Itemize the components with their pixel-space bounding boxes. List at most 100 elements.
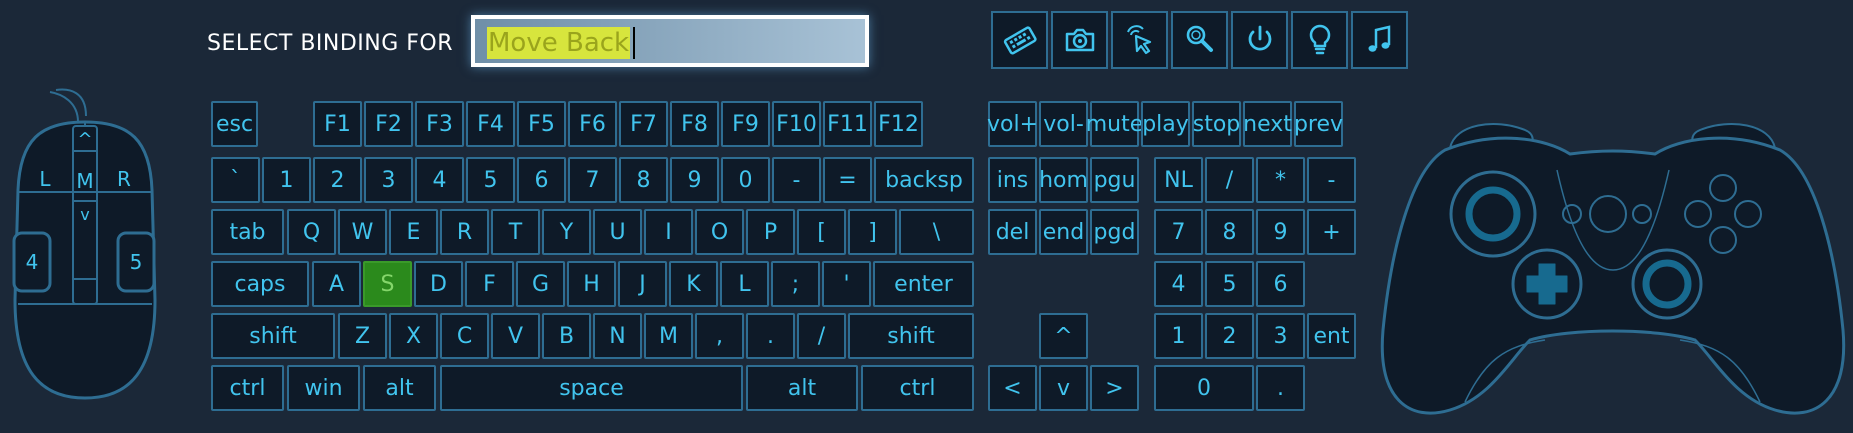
key-left-alt[interactable]: alt [363, 365, 436, 411]
key-3[interactable]: 3 [364, 157, 413, 203]
key-num-1[interactable]: 1 [1154, 313, 1203, 359]
key-num-3[interactable]: 3 [1256, 313, 1305, 359]
magnifier-icon-button[interactable] [1171, 11, 1228, 69]
key-x[interactable]: X [389, 313, 438, 359]
key-home[interactable]: hom [1039, 157, 1088, 203]
key-num-2[interactable]: 2 [1205, 313, 1254, 359]
key-num-divide[interactable]: / [1205, 157, 1254, 203]
key-a[interactable]: A [312, 261, 361, 307]
key-s-selected[interactable]: S [363, 261, 412, 307]
key-left-ctrl[interactable]: ctrl [211, 365, 284, 411]
key-f2[interactable]: F2 [364, 101, 413, 147]
key-enter[interactable]: enter [873, 261, 974, 307]
key-0[interactable]: 0 [721, 157, 770, 203]
key-num-minus[interactable]: - [1307, 157, 1356, 203]
key-num-6[interactable]: 6 [1256, 261, 1305, 307]
key-arrow-up[interactable]: ^ [1039, 313, 1088, 359]
key-period[interactable]: . [746, 313, 795, 359]
gamepad-left-stick[interactable] [1449, 170, 1537, 258]
key-w[interactable]: W [338, 209, 387, 255]
key-f8[interactable]: F8 [670, 101, 719, 147]
key-backspace[interactable]: backsp [874, 157, 974, 203]
key-num-enter[interactable]: ent [1307, 313, 1356, 359]
key-right-bracket[interactable]: ] [848, 209, 897, 255]
key-f6[interactable]: F6 [568, 101, 617, 147]
cursor-click-icon-button[interactable] [1111, 11, 1168, 69]
mouse-scroll-down[interactable]: v [80, 205, 89, 224]
key-right-shift[interactable]: shift [848, 313, 974, 359]
key-f11[interactable]: F11 [823, 101, 872, 147]
key-left-bracket[interactable]: [ [797, 209, 846, 255]
key-1[interactable]: 1 [262, 157, 311, 203]
key-num-4[interactable]: 4 [1154, 261, 1203, 307]
key-p[interactable]: P [746, 209, 795, 255]
key-e[interactable]: E [389, 209, 438, 255]
key-f3[interactable]: F3 [415, 101, 464, 147]
key-page-up[interactable]: pgu [1090, 157, 1139, 203]
key-9[interactable]: 9 [670, 157, 719, 203]
mouse-left-button[interactable]: L [39, 167, 51, 191]
key-f9[interactable]: F9 [721, 101, 770, 147]
key-f10[interactable]: F10 [772, 101, 821, 147]
key-num-decimal[interactable]: . [1256, 365, 1305, 411]
key-8[interactable]: 8 [619, 157, 668, 203]
key-end[interactable]: end [1039, 209, 1088, 255]
key-left-shift[interactable]: shift [211, 313, 335, 359]
key-equals[interactable]: = [823, 157, 872, 203]
key-num-multiply[interactable]: * [1256, 157, 1305, 203]
key-arrow-down[interactable]: v [1039, 365, 1088, 411]
key-f1[interactable]: F1 [313, 101, 362, 147]
camera-icon-button[interactable] [1051, 11, 1108, 69]
key-i[interactable]: I [644, 209, 693, 255]
binding-name-field[interactable]: Move Back [471, 15, 869, 67]
key-f[interactable]: F [465, 261, 514, 307]
key-semicolon[interactable]: ; [771, 261, 820, 307]
mouse-right-button[interactable]: R [117, 167, 131, 191]
key-l[interactable]: L [720, 261, 769, 307]
key-arrow-right[interactable]: > [1090, 365, 1139, 411]
key-play[interactable]: play [1141, 101, 1190, 147]
key-caps[interactable]: caps [211, 261, 309, 307]
key-num-5[interactable]: 5 [1205, 261, 1254, 307]
key-num-7[interactable]: 7 [1154, 209, 1203, 255]
key-right-ctrl[interactable]: ctrl [861, 365, 974, 411]
key-tab[interactable]: tab [211, 209, 284, 255]
mouse-scroll-up[interactable]: ^ [77, 129, 92, 150]
key-f4[interactable]: F4 [466, 101, 515, 147]
power-icon-button[interactable] [1231, 11, 1288, 69]
key-right-alt[interactable]: alt [746, 365, 858, 411]
key-minus[interactable]: - [772, 157, 821, 203]
keyboard-icon-button[interactable] [991, 11, 1048, 69]
key-7[interactable]: 7 [568, 157, 617, 203]
key-r[interactable]: R [440, 209, 489, 255]
key-backtick[interactable]: ` [211, 157, 260, 203]
key-prev[interactable]: prev [1294, 101, 1343, 147]
key-j[interactable]: J [618, 261, 667, 307]
key-win[interactable]: win [287, 365, 360, 411]
key-z[interactable]: Z [338, 313, 387, 359]
key-k[interactable]: K [669, 261, 718, 307]
key-space[interactable]: space [440, 365, 743, 411]
key-delete[interactable]: del [988, 209, 1037, 255]
key-y[interactable]: Y [542, 209, 591, 255]
key-backslash[interactable]: \ [899, 209, 974, 255]
key-g[interactable]: G [516, 261, 565, 307]
key-esc[interactable]: esc [211, 101, 258, 147]
key-stop[interactable]: stop [1192, 101, 1241, 147]
key-quote[interactable]: ' [822, 261, 871, 307]
key-mute[interactable]: mute [1086, 101, 1143, 147]
key-next[interactable]: next [1243, 101, 1292, 147]
music-note-icon-button[interactable] [1351, 11, 1408, 69]
key-vol-down[interactable]: vol- [1039, 101, 1088, 147]
key-u[interactable]: U [593, 209, 642, 255]
key-num-9[interactable]: 9 [1256, 209, 1305, 255]
key-num-plus[interactable]: + [1307, 209, 1356, 255]
key-vol-up[interactable]: vol+ [987, 101, 1038, 147]
key-4[interactable]: 4 [415, 157, 464, 203]
key-f7[interactable]: F7 [619, 101, 668, 147]
key-b[interactable]: B [542, 313, 591, 359]
key-o[interactable]: O [695, 209, 744, 255]
key-insert[interactable]: ins [988, 157, 1037, 203]
key-2[interactable]: 2 [313, 157, 362, 203]
key-h[interactable]: H [567, 261, 616, 307]
